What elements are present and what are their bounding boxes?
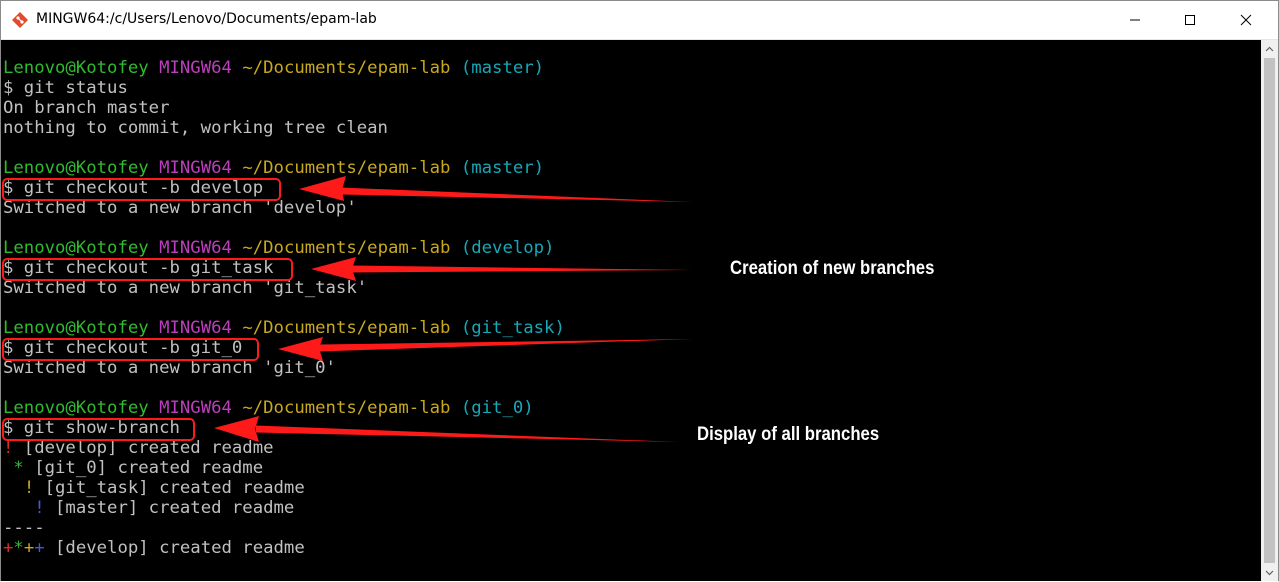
title-bar[interactable]: MINGW64:/c/Users/Lenovo/Documents/epam-l… [1, 1, 1278, 40]
minimize-button[interactable] [1112, 1, 1158, 39]
vertical-scrollbar[interactable] [1261, 40, 1278, 581]
prompt-system: MINGW64 [159, 58, 232, 78]
close-button[interactable] [1223, 1, 1269, 39]
output-line: Switched to a new branch 'develop' [3, 198, 357, 218]
chevron-down-icon [1265, 570, 1274, 575]
prompt-path: ~/Documents/epam-lab [242, 58, 451, 78]
minimize-icon [1130, 19, 1140, 21]
branch-entry: [git_0] created readme [23, 458, 264, 478]
close-icon [1240, 14, 1252, 26]
prompt-branch: (develop) [460, 238, 555, 258]
scroll-down-button[interactable] [1261, 564, 1278, 581]
prompt-branch: (master) [460, 58, 545, 78]
prompt-user: Lenovo@Kotofey [3, 318, 149, 338]
summary-row: +*++ [develop] created readme [3, 538, 305, 558]
creation-callout: Creation of new branches [730, 258, 935, 279]
branch-marker: ! [23, 478, 35, 498]
prompt-path: ~/Documents/epam-lab [242, 318, 451, 338]
prompt-system: MINGW64 [159, 238, 232, 258]
summary-marker: + [34, 538, 45, 558]
show-branch-row: ! [master] created readme [3, 498, 294, 518]
prompt-line: Lenovo@Kotofey MINGW64 ~/Documents/epam-… [3, 58, 544, 78]
prompt-branch: (git_0) [460, 398, 534, 418]
scroll-thumb[interactable] [1264, 58, 1275, 563]
prompt-user: Lenovo@Kotofey [3, 398, 149, 418]
display-callout: Display of all branches [697, 424, 880, 445]
prompt-line: Lenovo@Kotofey MINGW64 ~/Documents/epam-… [3, 238, 554, 258]
separator-line: ---- [3, 518, 45, 538]
show-branch-row: ! [git_task] created readme [3, 478, 305, 498]
prompt-line: Lenovo@Kotofey MINGW64 ~/Documents/epam-… [3, 158, 544, 178]
chevron-up-icon [1265, 46, 1274, 51]
window-title: MINGW64:/c/Users/Lenovo/Documents/epam-l… [36, 11, 377, 27]
output-line: On branch master [3, 98, 170, 118]
prompt-line: Lenovo@Kotofey MINGW64 ~/Documents/epam-… [3, 398, 534, 418]
maximize-icon [1185, 15, 1195, 25]
branch-entry: [master] created readme [44, 498, 295, 518]
command-line: $ git show-branch [3, 418, 180, 438]
summary-marker: + [23, 538, 35, 558]
maximize-button[interactable] [1167, 1, 1213, 39]
prompt-user: Lenovo@Kotofey [3, 158, 149, 178]
branch-entry: [git_task] created readme [34, 478, 305, 498]
prompt-branch: (master) [460, 158, 545, 178]
branch-marker: ! [34, 498, 45, 518]
output-line: Switched to a new branch 'git_0' [3, 358, 336, 378]
command-line: $ git checkout -b git_0 [3, 338, 243, 358]
command-line: $ git checkout -b git_task [3, 258, 274, 278]
output-line: nothing to commit, working tree clean [3, 118, 388, 138]
show-branch-row: * [git_0] created readme [3, 458, 263, 478]
prompt-system: MINGW64 [159, 318, 232, 338]
terminal-output[interactable]: Lenovo@Kotofey MINGW64 ~/Documents/epam-… [1, 40, 1261, 581]
summary-marker: * [13, 538, 24, 558]
prompt-branch: (git_task) [460, 318, 565, 338]
summary-marker: + [3, 538, 14, 558]
branch-marker: ! [3, 438, 14, 458]
prompt-line: Lenovo@Kotofey MINGW64 ~/Documents/epam-… [3, 318, 565, 338]
prompt-user: Lenovo@Kotofey [3, 238, 149, 258]
prompt-system: MINGW64 [159, 158, 232, 178]
git-bash-icon [12, 12, 28, 28]
prompt-path: ~/Documents/epam-lab [242, 238, 451, 258]
summary-entry: [develop] created readme [44, 538, 305, 558]
prompt-user: Lenovo@Kotofey [3, 58, 149, 78]
command-line: $ git checkout -b develop [3, 178, 264, 198]
scroll-up-button[interactable] [1261, 40, 1278, 57]
output-line: Switched to a new branch 'git_task' [3, 278, 368, 298]
prompt-path: ~/Documents/epam-lab [242, 158, 451, 178]
command-line: $ git status [3, 78, 128, 98]
show-branch-row: ! [develop] created readme [3, 438, 274, 458]
branch-marker: * [13, 458, 24, 478]
branch-entry: [develop] created readme [13, 438, 274, 458]
prompt-system: MINGW64 [159, 398, 232, 418]
prompt-path: ~/Documents/epam-lab [242, 398, 451, 418]
terminal-window: MINGW64:/c/Users/Lenovo/Documents/epam-l… [0, 0, 1279, 581]
